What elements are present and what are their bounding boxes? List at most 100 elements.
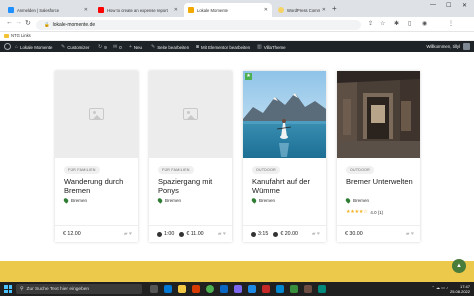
tab-lokale-momente[interactable]: Lokale Momente ✕ xyxy=(184,3,272,17)
minimize-icon[interactable]: — xyxy=(430,2,436,8)
edge-icon[interactable] xyxy=(164,285,172,293)
app-icon[interactable] xyxy=(276,285,284,293)
experience-card[interactable]: FÜR FAMILIEN Spaziergang mit Ponys Breme… xyxy=(149,71,232,242)
admin-site-name[interactable]: ⌂ Lokale Momente xyxy=(15,44,53,50)
category-badge[interactable]: OUTDOOR xyxy=(346,166,374,174)
tab-youtube[interactable]: How to create an expense report ✕ xyxy=(94,3,182,17)
heart-icon[interactable]: ♥ xyxy=(411,231,414,237)
card-actions[interactable]: ▰ ♥ xyxy=(124,231,132,237)
windows-start-icon[interactable] xyxy=(4,285,12,293)
heart-icon[interactable]: ♥ xyxy=(223,231,226,237)
menu-icon[interactable]: ⋮ xyxy=(448,20,454,27)
plus-icon: + xyxy=(129,44,132,50)
bookmark-ntg-links[interactable]: NTG Links xyxy=(4,33,31,38)
explorer-icon[interactable] xyxy=(178,285,186,293)
system-tray[interactable]: ⌃ ☁ ▭ ♪ xyxy=(432,285,448,290)
tab-salesforce[interactable]: Anmelden | Salesforce ✕ xyxy=(4,3,92,17)
card-actions[interactable]: ▰ ♥ xyxy=(406,231,414,237)
card-actions[interactable]: ▰ ♥ xyxy=(312,231,320,237)
app-icon[interactable] xyxy=(304,285,312,293)
experience-card[interactable]: ★ OUTDOOR Kanufahrt auf der Wümme Bremen… xyxy=(243,71,326,242)
chevron-up-icon: ▲ xyxy=(456,263,462,269)
pencil-icon: ✎ xyxy=(151,44,156,50)
close-icon[interactable]: ✕ xyxy=(322,7,326,13)
task-view-icon[interactable] xyxy=(150,285,158,293)
admin-updates[interactable]: ↻ 9 xyxy=(98,44,107,50)
location-pin-icon xyxy=(250,197,258,204)
card-title[interactable]: Spaziergang mit Ponys xyxy=(158,177,228,195)
windows-taskbar: ⚲ Zur Suche Text hier eingeben ⌃ ☁ ▭ ♪ 1… xyxy=(0,282,474,296)
wordpress-logo-icon[interactable] xyxy=(4,43,11,50)
card-image-placeholder[interactable] xyxy=(55,71,138,158)
admin-new[interactable]: + Neu xyxy=(129,44,142,50)
admin-elementor[interactable]: ◙ Mit Elementor bearbeiten xyxy=(196,44,250,50)
address-bar[interactable]: 🔒 lokale-momente.de xyxy=(36,20,361,30)
experience-card[interactable]: FÜR FAMILIEN Wanderung durch Bremen Brem… xyxy=(55,71,138,242)
experience-card[interactable]: OUTDOOR Bremer Unterwelten Bremen ★★★★☆ … xyxy=(337,71,420,242)
location-pin-icon xyxy=(62,197,70,204)
taskbar-clock[interactable]: 17:47 25.08.2022 xyxy=(450,284,470,294)
back-icon[interactable]: ← xyxy=(6,19,13,26)
admin-customize[interactable]: ✎ Customizer xyxy=(61,44,89,50)
card-image-lake[interactable]: ★ xyxy=(243,71,326,158)
excel-icon[interactable] xyxy=(290,285,298,293)
category-badge[interactable]: OUTDOOR xyxy=(252,166,280,174)
reload-icon[interactable]: ↻ xyxy=(25,19,31,27)
youtube-icon xyxy=(98,7,104,13)
heart-icon[interactable]: ♥ xyxy=(129,231,132,237)
teams-icon[interactable] xyxy=(234,285,242,293)
chrome-icon[interactable] xyxy=(206,285,214,293)
card-location: Bremen xyxy=(62,197,87,204)
home-icon: ⌂ xyxy=(15,44,19,50)
share-icon[interactable]: ⇪ xyxy=(368,20,373,27)
url-text: lokale-momente.de xyxy=(52,22,96,28)
cart-icon[interactable]: ▰ xyxy=(124,231,128,237)
word-icon[interactable] xyxy=(248,285,256,293)
maximize-icon[interactable]: ☐ xyxy=(446,2,451,9)
card-actions[interactable]: ▰ ♥ xyxy=(218,231,226,237)
card-footer: 3:15 € 20.00 xyxy=(251,231,298,237)
forward-icon[interactable]: → xyxy=(15,19,22,26)
card-title[interactable]: Kanufahrt auf der Wümme xyxy=(252,177,322,195)
profile-icon[interactable]: ◉ xyxy=(422,20,427,27)
admin-comments[interactable]: ✉ 0 xyxy=(113,44,122,50)
taskbar-search[interactable]: ⚲ Zur Suche Text hier eingeben xyxy=(16,284,142,294)
app-icon[interactable] xyxy=(318,285,326,293)
new-tab-button[interactable]: + xyxy=(332,4,337,13)
card-rating[interactable]: ★★★★☆ 4.0 (1) xyxy=(346,209,383,215)
admin-villatheme[interactable]: ▥ VillaTheme xyxy=(257,44,286,50)
admin-edit-page[interactable]: ✎ Seite bearbeiten xyxy=(151,44,189,50)
avatar[interactable] xyxy=(463,43,470,50)
extensions-icon[interactable]: ✱ xyxy=(394,20,399,27)
category-badge[interactable]: FÜR FAMILIEN xyxy=(158,166,194,174)
image-placeholder-icon xyxy=(89,108,104,120)
cart-icon[interactable]: ▰ xyxy=(218,231,222,237)
bookmark-star-icon[interactable]: ☆ xyxy=(380,20,385,27)
admin-greeting[interactable]: Willkommen, tillyl xyxy=(426,44,460,49)
card-divider xyxy=(149,225,232,226)
close-icon[interactable]: ✕ xyxy=(264,7,268,13)
card-location: Bremen xyxy=(344,197,369,204)
card-image-placeholder[interactable] xyxy=(149,71,232,158)
sidebar-icon[interactable]: ▯ xyxy=(408,20,411,27)
card-footer: € 12.00 xyxy=(63,231,81,237)
card-image-bunker[interactable] xyxy=(337,71,420,158)
office-icon[interactable] xyxy=(192,285,200,293)
cart-icon[interactable]: ▰ xyxy=(406,231,410,237)
card-title[interactable]: Wanderung durch Bremen xyxy=(64,177,134,195)
search-icon: ⚲ xyxy=(20,286,24,292)
tab-wordpress-community[interactable]: WordPress Community ✕ xyxy=(274,3,330,17)
cart-icon[interactable]: ▰ xyxy=(312,231,316,237)
card-price: € 30.00 xyxy=(345,231,363,237)
category-badge[interactable]: FÜR FAMILIEN xyxy=(64,166,100,174)
window-close-icon[interactable]: ✕ xyxy=(462,2,467,9)
close-icon[interactable]: ✕ xyxy=(174,7,178,13)
scroll-to-top-button[interactable]: ▲ xyxy=(452,259,466,273)
card-footer: 1:00 € 11.00 xyxy=(157,231,204,237)
heart-icon[interactable]: ♥ xyxy=(317,231,320,237)
card-title[interactable]: Bremer Unterwelten xyxy=(346,177,416,186)
updates-icon: ↻ xyxy=(98,44,103,50)
acrobat-icon[interactable] xyxy=(262,285,270,293)
close-icon[interactable]: ✕ xyxy=(84,7,88,13)
outlook-icon[interactable] xyxy=(220,285,228,293)
